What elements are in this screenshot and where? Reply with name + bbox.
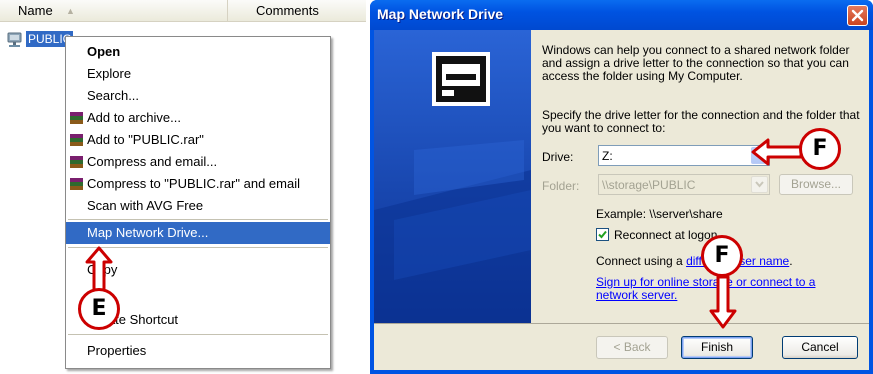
close-button[interactable] [847, 5, 868, 26]
dialog-title: Map Network Drive [377, 6, 504, 22]
menu-item-label: Add to archive... [87, 110, 181, 125]
folder-select-value: \\storage\PUBLIC [602, 178, 696, 192]
menu-item-compress-and-email[interactable]: Compress and email... [66, 151, 330, 173]
annotation-step-f-drive: F [799, 128, 841, 170]
menu-item-open[interactable]: Open [66, 41, 330, 63]
menu-separator [68, 219, 328, 220]
winrar-icon [70, 134, 83, 146]
menu-item-search[interactable]: Search... [66, 85, 330, 107]
menu-item-compress-to-rar-and-email[interactable]: Compress to "PUBLIC.rar" and email [66, 173, 330, 195]
network-drive-artwork-icon [374, 30, 531, 323]
menu-item-label: Properties [87, 343, 147, 358]
connect-using-prefix: Connect using a [596, 254, 687, 268]
finish-button[interactable]: Finish [681, 336, 753, 359]
browse-button[interactable]: Browse... [779, 174, 853, 195]
folder-dropdown-button[interactable] [751, 176, 768, 193]
menu-item-scan-avg[interactable]: Scan with AVG Free [66, 195, 330, 217]
intro-text: Windows can help you connect to a shared… [542, 43, 850, 83]
winrar-icon [70, 156, 83, 168]
annotation-arrow-left [751, 138, 803, 166]
reconnect-checkbox[interactable] [596, 228, 609, 241]
menu-item-label: Scan with AVG Free [87, 198, 204, 213]
menu-item-add-to-rar[interactable]: Add to "PUBLIC.rar" [66, 129, 330, 151]
sort-ascending-icon: ▲ [66, 6, 75, 16]
annotation-step-f-finish: F [701, 235, 743, 277]
explorer-window: Name ▲ Comments PUBLIC Open Explore Sear… [0, 0, 366, 374]
drive-select-value: Z: [602, 149, 613, 163]
example-text: Example: \\server\share [596, 207, 723, 221]
column-comments-label: Comments [256, 3, 319, 18]
wizard-banner [374, 30, 531, 323]
menu-item-label: Search... [87, 88, 140, 103]
drive-label: Drive: [542, 150, 574, 164]
column-header-comments[interactable]: Comments [228, 0, 366, 22]
menu-item-explore[interactable]: Explore [66, 63, 330, 85]
dialog-body: Windows can help you connect to a shared… [374, 30, 869, 370]
menu-item-map-network-drive[interactable]: Map Network Drive... [66, 222, 330, 244]
drive-select[interactable]: Z: [598, 145, 770, 166]
menu-item-label: Add to "PUBLIC.rar" [87, 132, 204, 147]
menu-item-label: Open [87, 44, 121, 59]
back-button[interactable]: < Back [596, 336, 668, 359]
winrar-icon [70, 112, 83, 124]
annotation-step-e: E [78, 288, 120, 330]
folder-select[interactable]: \\storage\PUBLIC [598, 174, 770, 195]
close-icon [851, 9, 864, 22]
annotation-arrow-up [85, 246, 113, 292]
wizard-content: Windows can help you connect to a shared… [531, 30, 869, 323]
menu-item-properties[interactable]: Properties [66, 340, 330, 362]
chevron-down-icon [755, 181, 764, 188]
menu-item-label: Explore [87, 66, 132, 81]
button-separator [374, 323, 869, 324]
map-network-drive-dialog: Map Network Drive Windows can help you c… [370, 0, 873, 374]
column-name-label: Name [18, 3, 53, 18]
folder-label: Folder: [542, 179, 580, 193]
reconnect-label: Reconnect at logon [614, 228, 718, 242]
dialog-titlebar[interactable]: Map Network Drive [370, 0, 873, 30]
cancel-button[interactable]: Cancel [782, 336, 858, 359]
column-header-name[interactable]: Name ▲ [0, 0, 228, 22]
menu-item-label: Compress and email... [87, 154, 218, 169]
menu-item-label: Compress to "PUBLIC.rar" and email [87, 176, 300, 191]
menu-item-label: Map Network Drive... [87, 225, 209, 240]
connect-using-text: Connect using a different user name. [596, 254, 793, 268]
network-folder-icon [7, 32, 22, 47]
menu-item-add-to-archive[interactable]: Add to archive... [66, 107, 330, 129]
annotation-arrow-down [709, 275, 737, 329]
winrar-icon [70, 178, 83, 190]
checkmark-icon [598, 230, 607, 239]
menu-separator [68, 334, 328, 335]
